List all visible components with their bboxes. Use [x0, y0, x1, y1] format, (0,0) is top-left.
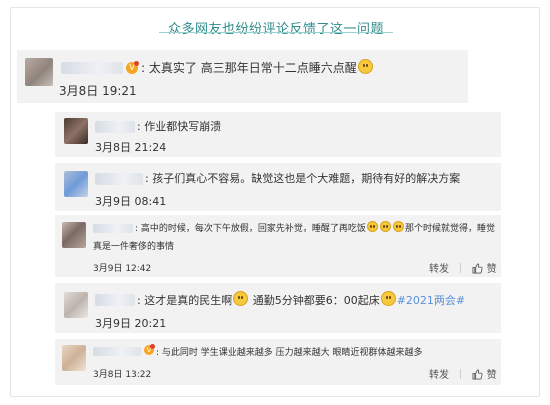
like-button[interactable]: 赞: [472, 369, 497, 381]
crying-face-emoji: [392, 221, 404, 232]
avatar[interactable]: [62, 345, 86, 371]
comment-date: 3月8日 19:21: [59, 84, 137, 98]
comment-card-6: V : 与此同时 学生课业越来越多 压力越来越大 眼睛近视群体越来越多 3月8日…: [55, 339, 501, 385]
comment-text: : 太真实了 高三那年日常十二点睡六点醒: [141, 59, 374, 76]
username[interactable]: [95, 294, 135, 306]
comment-card-3: : 孩子们真心不容易。缺觉这也是个大难题，期待有好的解决方案 3月9日 08:4…: [55, 163, 501, 211]
section-header: 众多网友也纷纷评论反馈了这一问题: [11, 18, 541, 37]
comment-text: : 孩子们真心不容易。缺觉这也是个大难题，期待有好的解决方案: [145, 172, 461, 185]
avatar[interactable]: [62, 222, 86, 248]
comment-actions: 转发 赞: [429, 366, 497, 381]
thumbs-up-icon: [472, 369, 483, 380]
crying-face-emoji: [233, 291, 249, 306]
comment-card-4: : 高中的时候，每次下午放假，回家先补觉，睡醒了再吃饭 那个时候就觉得，睡觉 真是…: [55, 215, 501, 277]
comment-text: : 高中的时候，每次下午放假，回家先补觉，睡醒了再吃饭 那个时候就觉得，睡觉: [135, 221, 495, 234]
thumbs-up-icon: [472, 263, 483, 274]
like-button[interactable]: 赞: [472, 263, 497, 275]
comment-text-line2: 真是一件奢侈的事情: [93, 242, 175, 252]
comment-date: 3月9日 20:21: [95, 317, 167, 330]
comment-date: 3月8日 21:24: [95, 141, 167, 154]
hashtag-link[interactable]: #2021两会#: [397, 294, 465, 307]
repost-button[interactable]: 转发: [429, 264, 449, 275]
crying-face-emoji: [380, 291, 396, 306]
username[interactable]: [95, 121, 135, 133]
comment-date: 3月9日 12:42: [93, 264, 152, 274]
crying-face-emoji: [366, 221, 378, 232]
comments-frame: 众多网友也纷纷评论反馈了这一问题 V : 太真实了 高三那年日常十二点睡六点醒 …: [10, 7, 540, 397]
title-underline: [159, 32, 393, 33]
avatar[interactable]: [64, 171, 88, 197]
crying-face-emoji: [357, 59, 373, 74]
section-title: 众多网友也纷纷评论反馈了这一问题: [167, 22, 384, 37]
crying-face-emoji: [379, 221, 391, 232]
comment-text: : 作业都快写崩溃: [137, 120, 222, 133]
comment-text: : 这才是真的民生啊 通勤5分钟都要6：00起床 #2021两会#: [137, 291, 465, 308]
username[interactable]: [61, 62, 123, 74]
username[interactable]: [95, 173, 143, 185]
avatar[interactable]: [64, 292, 88, 318]
divider: [460, 263, 462, 273]
comment-card-2: : 作业都快写崩溃 3月8日 21:24: [55, 112, 501, 157]
comment-date: 3月9日 08:41: [95, 195, 167, 208]
username[interactable]: [93, 224, 133, 233]
comment-actions: 转发 赞: [429, 260, 497, 275]
avatar[interactable]: [64, 118, 88, 144]
comment-date: 3月8日 13:22: [93, 370, 152, 380]
comment-text: : 与此同时 学生课业越来越多 压力越来越大 眼睛近视群体越来越多: [156, 348, 423, 358]
vip-badge-icon: V: [126, 61, 139, 74]
comment-card-1: V : 太真实了 高三那年日常十二点睡六点醒 3月8日 19:21: [17, 50, 468, 103]
divider: [460, 369, 462, 379]
comment-card-5: : 这才是真的民生啊 通勤5分钟都要6：00起床 #2021两会# 3月9日 20…: [55, 283, 501, 333]
username[interactable]: [93, 347, 141, 356]
vip-badge-icon: V: [144, 344, 155, 355]
avatar[interactable]: [25, 58, 53, 86]
repost-button[interactable]: 转发: [429, 370, 449, 381]
